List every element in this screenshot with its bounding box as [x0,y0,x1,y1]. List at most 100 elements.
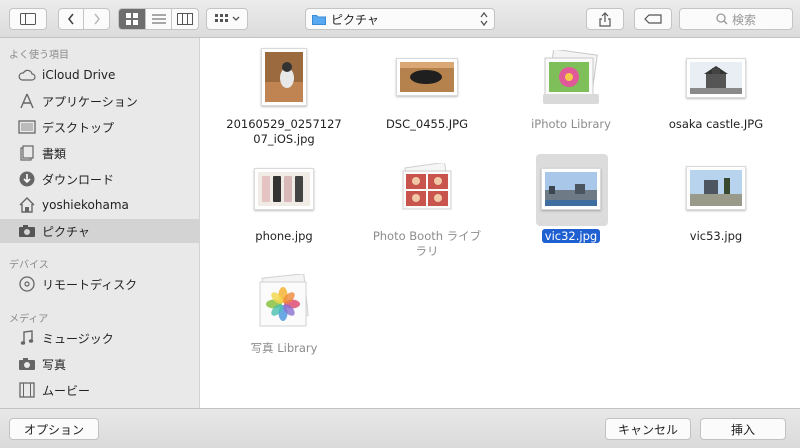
share-button[interactable] [586,8,624,30]
folder-icon [312,15,326,25]
disc-icon [18,275,36,293]
file-name: osaka castle.JPG [668,117,764,131]
sidebar-item-label: デスクトップ [42,120,115,135]
list-icon [151,14,166,24]
chevron-down-icon [232,16,239,21]
share-icon [599,11,611,27]
file-thumbnail [261,48,307,106]
file-item[interactable]: Photo Booth ライブ ラリ [357,154,497,266]
file-thumbnail [541,168,601,210]
columns-icon [177,13,193,25]
search-icon [716,13,728,25]
download-icon [18,170,36,188]
photo-booth-library-icon [396,162,458,218]
options-button[interactable]: オプション [9,418,99,440]
documents-icon [18,144,36,162]
file-name-line2: 07_iOS.jpg [253,132,315,146]
sidebar-item-label: ムービー [42,383,91,398]
applications-icon [18,92,36,110]
insert-button[interactable]: 挿入 [700,418,786,440]
file-name: vic53.jpg [689,229,743,243]
search-placeholder: 検索 [731,12,756,27]
section-media-header: メディア [9,314,49,325]
sidebar-item-pictures[interactable]: ピクチャ [0,219,200,243]
sidebar-item-downloads[interactable]: ダウンロード [0,167,200,191]
file-thumbnail [686,58,746,98]
sidebar-item-label: 写真 [42,357,67,372]
file-item-selected[interactable]: vic32.jpg [501,154,641,266]
tag-icon [644,14,662,24]
file-thumbnail [396,58,458,96]
view-mode-selector [118,8,199,30]
file-name-line2: ラリ [415,244,439,258]
file-name-wrapper: vic32.jpg [501,229,641,244]
file-name: phone.jpg [255,229,313,243]
toolbar: ピクチャ 検索 [0,0,800,38]
sidebar-item-applications[interactable]: アプリケーション [0,89,200,113]
sidebar-item-icloud-drive[interactable]: iCloud Drive [0,63,200,87]
home-icon [18,196,36,214]
sidebar-item-photos[interactable]: 写真 [0,352,200,376]
camera-icon [18,355,36,373]
sidebar-item-label: yoshiekohama [42,198,129,212]
file-thumbnail [686,166,746,210]
sidebar-toggle-button[interactable] [9,8,47,30]
photos-library-icon [254,274,314,330]
back-button[interactable] [59,9,84,29]
sidebar-item-remote-disc[interactable]: リモートディスク [0,272,200,296]
arrange-button[interactable] [206,8,248,30]
sidebar-item-movies[interactable]: ムービー [0,378,200,402]
cancel-button[interactable]: キャンセル [605,418,691,440]
column-view-button[interactable] [172,9,198,29]
sidebar-icon [20,13,36,25]
file-name: Photo Booth ライブ [372,229,482,243]
sidebar-item-label: 書類 [42,146,67,161]
sidebar-item-music[interactable]: ミュージック [0,326,200,350]
forward-button[interactable] [84,9,109,29]
section-devices-header: デバイス [9,260,49,271]
camera-icon [18,222,36,240]
sidebar-item-home[interactable]: yoshiekohama [0,193,200,217]
icon-view-button[interactable] [119,9,146,29]
section-favorites-header: よく使う項目 [9,50,69,61]
sidebar-item-label: ミュージック [42,331,114,346]
arrange-grid-icon [214,14,228,22]
location-label: ピクチャ [331,12,379,27]
file-name: DSC_0455.JPG [385,117,469,131]
sidebar-item-label: ピクチャ [42,224,90,239]
grid-icon [126,13,138,25]
location-popup[interactable]: ピクチャ [305,8,495,30]
chevron-right-icon [93,13,100,25]
sidebar-item-desktop[interactable]: デスクトップ [0,115,200,139]
file-browser: 20160529_0257127 07_iOS.jpg DSC_0455.JPG… [201,38,800,408]
sidebar-item-label: ダウンロード [42,172,115,187]
file-item[interactable]: DSC_0455.JPG [357,38,497,150]
file-item[interactable]: iPhoto Library [501,38,641,150]
iphoto-library-icon [540,50,602,108]
chevron-left-icon [67,13,74,25]
bottom-bar: オプション キャンセル 挿入 [0,408,800,448]
sidebar: よく使う項目 iCloud Drive アプリケーション デスクトップ 書類 ダ… [0,38,200,408]
music-icon [18,329,36,347]
nav-back-forward [58,8,110,30]
list-view-button[interactable] [146,9,172,29]
sidebar-item-label: リモートディスク [42,277,138,292]
popup-arrows-icon [480,11,488,27]
cloud-icon [18,66,36,84]
sidebar-item-label: アプリケーション [42,94,138,109]
file-item[interactable]: vic53.jpg [646,154,786,266]
desktop-icon [18,118,36,136]
film-icon [18,381,36,399]
file-name: 写真 Library [250,341,318,355]
search-field[interactable]: 検索 [679,8,793,30]
tag-button[interactable] [634,8,672,30]
file-item[interactable]: osaka castle.JPG [646,38,786,150]
file-item[interactable]: phone.jpg [214,154,354,266]
sidebar-item-documents[interactable]: 書類 [0,141,200,165]
file-item[interactable]: 20160529_0257127 07_iOS.jpg [214,38,354,150]
file-name: vic32.jpg [541,229,601,243]
sidebar-item-label: iCloud Drive [42,68,116,82]
file-item[interactable]: 写真 Library [214,268,354,368]
file-name: 20160529_0257127 [226,117,342,131]
file-thumbnail [254,168,314,210]
